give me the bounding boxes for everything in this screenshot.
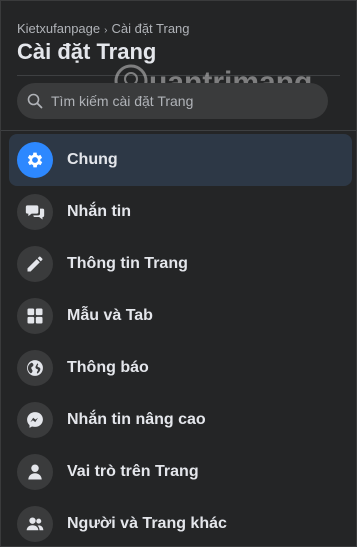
breadcrumb: Kietxufanpage › Cài đặt Trang [17,21,190,36]
messenger-icon [17,402,53,438]
breadcrumb-separator-icon: › [104,25,108,36]
menu-item-label: Nhắn tin [67,203,131,220]
header-divider [17,75,340,76]
menu-item-label: Nhắn tin nâng cao [67,411,206,428]
breadcrumb-page-link[interactable]: Kietxufanpage [17,21,100,36]
search-bar[interactable] [17,83,328,119]
menu-item-nguoi-va-trang-khac[interactable]: Người và Trang khác [9,498,352,546]
page-title: Cài đặt Trang [17,39,157,64]
search-icon [27,93,43,109]
menu-item-mau-va-tab[interactable]: Mẫu và Tab [9,290,352,342]
people-icon [17,506,53,542]
search-divider [1,130,356,131]
gear-icon [17,142,53,178]
menu-item-label: Thông báo [67,359,149,376]
settings-menu: Chung Nhắn tin Thông tin Trang Mẫu và Ta… [9,134,352,546]
search-input[interactable] [49,92,313,110]
menu-item-label: Thông tin Trang [67,255,188,272]
menu-item-thong-bao[interactable]: Thông báo [9,342,352,394]
menu-item-label: Người và Trang khác [67,515,227,532]
globe-icon [17,350,53,386]
menu-item-nhan-tin-nang-cao[interactable]: Nhắn tin nâng cao [9,394,352,446]
menu-item-chung[interactable]: Chung [9,134,352,186]
person-icon [17,454,53,490]
chat-bubbles-icon [17,194,53,230]
grid-icon [17,298,53,334]
menu-item-label: Mẫu và Tab [67,307,153,324]
settings-panel: Kietxufanpage › Cài đặt Trang Cài đặt Tran… [0,0,357,547]
breadcrumb-current: Cài đặt Trang [111,21,190,36]
menu-item-nhan-tin[interactable]: Nhắn tin [9,186,352,238]
menu-item-label: Chung [67,151,118,168]
menu-item-vai-tro-tren-trang[interactable]: Vai trò trên Trang [9,446,352,498]
pencil-icon [17,246,53,282]
menu-item-label: Vai trò trên Trang [67,463,199,480]
menu-item-thong-tin-trang[interactable]: Thông tin Trang [9,238,352,290]
